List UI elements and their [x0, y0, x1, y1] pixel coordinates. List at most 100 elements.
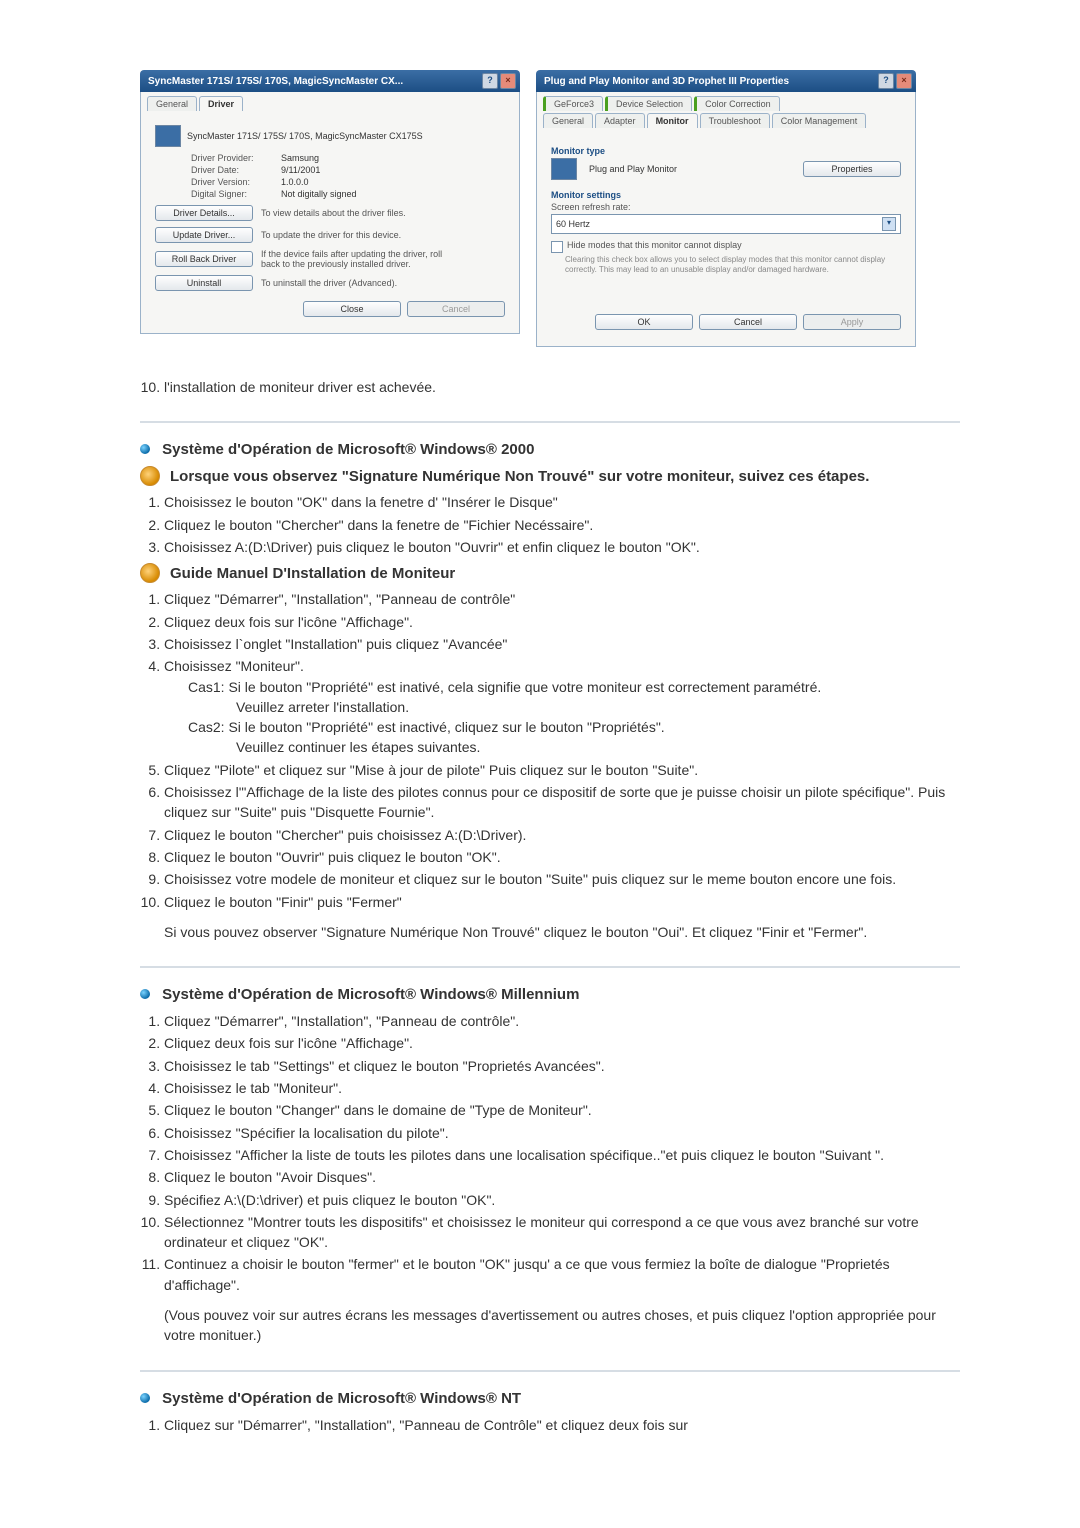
- millennium-steps: Cliquez "Démarrer", "Installation", "Pan…: [140, 1011, 960, 1295]
- millennium-note: (Vous pouvez voir sur autres écrans les …: [164, 1305, 960, 1346]
- cancel-button[interactable]: Cancel: [699, 314, 797, 330]
- list-item: Spécifiez A:\(D:\driver) et puis cliquez…: [164, 1190, 960, 1210]
- tab-troubleshoot[interactable]: Troubleshoot: [700, 113, 770, 128]
- apply-button: Apply: [803, 314, 901, 330]
- list-item: Choisissez l`onglet "Installation" puis …: [164, 634, 960, 654]
- list-item: Cliquez le bouton "Avoir Disques".: [164, 1167, 960, 1187]
- rollback-driver-desc: If the device fails after updating the d…: [261, 249, 461, 269]
- tab-driver[interactable]: Driver: [199, 96, 243, 111]
- tab-general[interactable]: General: [147, 96, 197, 111]
- monitor-icon: [155, 125, 181, 147]
- guide-subhead: Guide Manuel D'Installation de Moniteur: [140, 563, 960, 583]
- section-millennium-title: Système d'Opération de Microsoft® Window…: [140, 986, 960, 1003]
- driver-details-desc: To view details about the driver files.: [261, 208, 406, 218]
- list-item: Cliquez le bouton "Ouvrir" puis cliquez …: [164, 847, 960, 867]
- case2-line1: Cas2: Si le bouton "Propriété" est inact…: [188, 717, 960, 737]
- gear-icon: [140, 466, 160, 486]
- list-item: Choisissez "Spécifier la localisation du…: [164, 1123, 960, 1143]
- uninstall-button[interactable]: Uninstall: [155, 275, 253, 291]
- date-value: 9/11/2001: [281, 165, 320, 175]
- tab-color-correction[interactable]: Color Correction: [694, 96, 780, 111]
- list-item: Choisissez votre modele de moniteur et c…: [164, 869, 960, 889]
- chevron-down-icon: ▾: [882, 217, 896, 231]
- monitor-type-legend: Monitor type: [551, 146, 901, 156]
- list-item: Cliquez deux fois sur l'icône "Affichage…: [164, 1033, 960, 1053]
- list-item: Cliquez le bouton "Changer" dans le doma…: [164, 1100, 960, 1120]
- dialogs-row: SyncMaster 171S/ 175S/ 170S, MagicSyncMa…: [140, 70, 960, 347]
- section-nt-title: Système d'Opération de Microsoft® Window…: [140, 1390, 960, 1407]
- signature-subhead: Lorsque vous observez "Signature Numériq…: [140, 466, 960, 486]
- list-item: Choisissez le tab "Settings" et cliquez …: [164, 1056, 960, 1076]
- case2-line2: Veuillez continuer les étapes suivantes.: [236, 737, 960, 757]
- divider: [140, 421, 960, 423]
- version-label: Driver Version:: [191, 177, 281, 187]
- properties-button[interactable]: Properties: [803, 161, 901, 177]
- dialog2-title: Plug and Play Monitor and 3D Prophet III…: [544, 76, 789, 87]
- tab-adapter[interactable]: Adapter: [595, 113, 645, 128]
- list-item: Choisissez "Moniteur". Cas1: Si le bouto…: [164, 656, 960, 757]
- divider: [140, 966, 960, 968]
- list-item: Cliquez le bouton "Chercher" dans la fen…: [164, 515, 960, 535]
- list-item: Cliquez "Démarrer", "Installation", "Pan…: [164, 589, 960, 609]
- version-value: 1.0.0.0: [281, 177, 309, 187]
- list-item: Cliquez le bouton "Finir" puis "Fermer": [164, 892, 960, 912]
- list-item: Cliquez le bouton "Chercher" puis choisi…: [164, 825, 960, 845]
- ok-button[interactable]: OK: [595, 314, 693, 330]
- cancel-button: Cancel: [407, 301, 505, 317]
- list-item: Choisissez l'"Affichage de la liste des …: [164, 782, 960, 823]
- help-icon[interactable]: ?: [482, 73, 498, 89]
- hide-modes-label: Hide modes that this monitor cannot disp…: [567, 240, 742, 250]
- list-item: Choisissez "Afficher la liste de touts l…: [164, 1145, 960, 1165]
- provider-value: Samsung: [281, 153, 319, 163]
- monitor-icon: [551, 158, 577, 180]
- list-item: Cliquez sur "Démarrer", "Installation", …: [164, 1415, 960, 1435]
- gear-icon: [140, 563, 160, 583]
- close-icon[interactable]: ×: [500, 73, 516, 89]
- provider-label: Driver Provider:: [191, 153, 281, 163]
- uninstall-desc: To uninstall the driver (Advanced).: [261, 278, 397, 288]
- driver-properties-dialog: SyncMaster 171S/ 175S/ 170S, MagicSyncMa…: [140, 70, 520, 347]
- list-item: Sélectionnez "Montrer touts les disposit…: [164, 1212, 960, 1253]
- case1-line1: Cas1: Si le bouton "Propriété" est inati…: [188, 677, 960, 697]
- date-label: Driver Date:: [191, 165, 281, 175]
- refresh-rate-select[interactable]: 60 Hertz ▾: [551, 214, 901, 234]
- tab-geforce3[interactable]: GeForce3: [543, 96, 603, 111]
- divider: [140, 1370, 960, 1372]
- monitor-properties-dialog: Plug and Play Monitor and 3D Prophet III…: [536, 70, 916, 347]
- case1-line2: Veuillez arreter l'installation.: [236, 697, 960, 717]
- signer-label: Digital Signer:: [191, 189, 281, 199]
- signature-steps: Choisissez le bouton "OK" dans la fenetr…: [140, 492, 960, 557]
- update-driver-button[interactable]: Update Driver...: [155, 227, 253, 243]
- bullet-icon: [140, 1393, 150, 1403]
- guide-steps: Cliquez "Démarrer", "Installation", "Pan…: [140, 589, 960, 911]
- list-item: Cliquez "Pilote" et cliquez sur "Mise à …: [164, 760, 960, 780]
- section-2000-title: Système d'Opération de Microsoft® Window…: [140, 441, 960, 458]
- step-10-list: l'installation de moniteur driver est ac…: [140, 377, 960, 397]
- refresh-rate-value: 60 Hertz: [556, 219, 590, 229]
- help-icon[interactable]: ?: [878, 73, 894, 89]
- driver-details-button[interactable]: Driver Details...: [155, 205, 253, 221]
- list-item: Choisissez le bouton "OK" dans la fenetr…: [164, 492, 960, 512]
- tab-general[interactable]: General: [543, 113, 593, 128]
- hide-modes-note: Clearing this check box allows you to se…: [565, 255, 901, 274]
- list-item: Continuez a choisir le bouton "fermer" e…: [164, 1254, 960, 1295]
- hide-modes-checkbox[interactable]: [551, 241, 563, 253]
- nt-steps: Cliquez sur "Démarrer", "Installation", …: [140, 1415, 960, 1435]
- monitor-settings-legend: Monitor settings: [551, 190, 901, 200]
- tab-device-selection[interactable]: Device Selection: [605, 96, 692, 111]
- bullet-icon: [140, 444, 150, 454]
- list-item: Choisissez A:(D:\Driver) puis cliquez le…: [164, 537, 960, 557]
- rollback-driver-button[interactable]: Roll Back Driver: [155, 251, 253, 267]
- tab-monitor[interactable]: Monitor: [647, 113, 698, 128]
- step-10: l'installation de moniteur driver est ac…: [164, 377, 960, 397]
- list-item: Cliquez deux fois sur l'icône "Affichage…: [164, 612, 960, 632]
- close-icon[interactable]: ×: [896, 73, 912, 89]
- guide-note: Si vous pouvez observer "Signature Numér…: [164, 922, 960, 942]
- dialog1-title: SyncMaster 171S/ 175S/ 170S, MagicSyncMa…: [148, 76, 403, 87]
- list-item: Choisissez le tab "Moniteur".: [164, 1078, 960, 1098]
- monitor-type-value: Plug and Play Monitor: [589, 164, 677, 174]
- close-button[interactable]: Close: [303, 301, 401, 317]
- tab-color-management[interactable]: Color Management: [772, 113, 867, 128]
- list-item: Cliquez "Démarrer", "Installation", "Pan…: [164, 1011, 960, 1031]
- device-name: SyncMaster 171S/ 175S/ 170S, MagicSyncMa…: [187, 131, 423, 141]
